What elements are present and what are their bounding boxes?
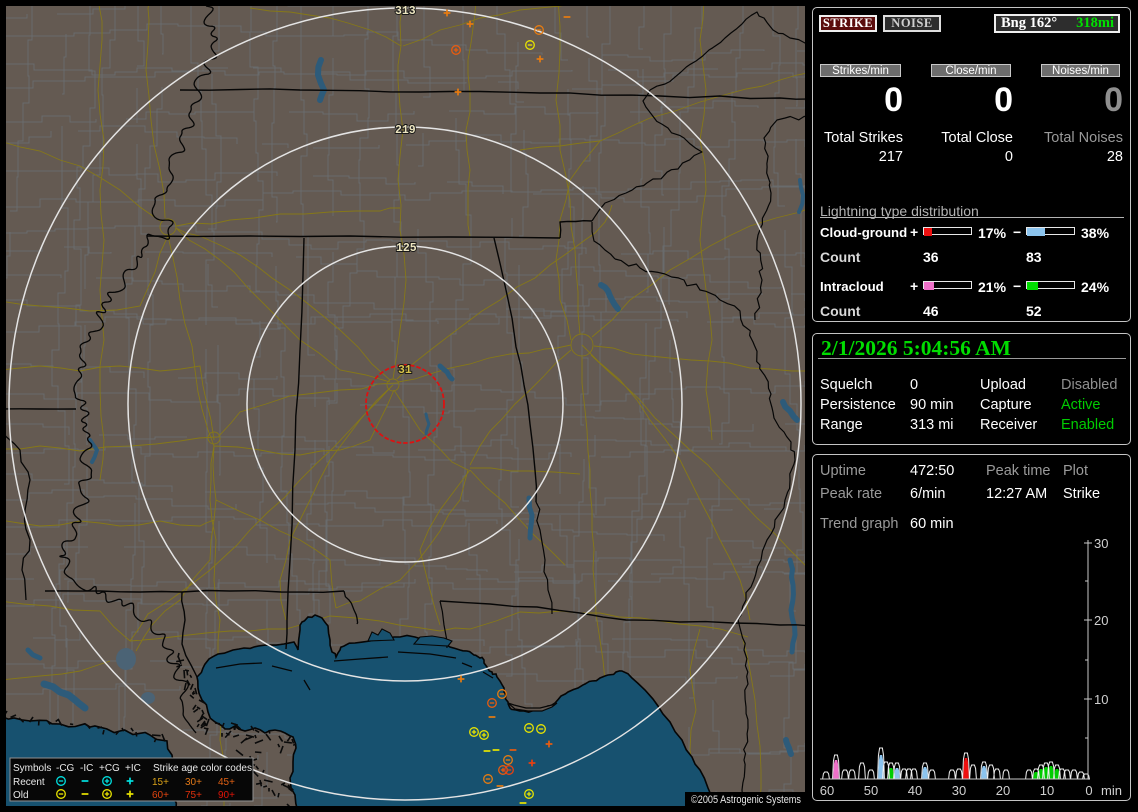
svg-text:50: 50 — [864, 783, 878, 798]
svg-text:min: min — [1101, 783, 1122, 798]
svg-text:20: 20 — [1094, 613, 1108, 628]
svg-text:0: 0 — [1085, 783, 1092, 798]
svg-text:30: 30 — [1094, 536, 1108, 551]
svg-text:10: 10 — [1094, 692, 1108, 707]
svg-text:60: 60 — [820, 783, 834, 798]
svg-text:10: 10 — [1040, 783, 1054, 798]
svg-text:40: 40 — [908, 783, 922, 798]
svg-text:30: 30 — [952, 783, 966, 798]
svg-text:20: 20 — [996, 783, 1010, 798]
